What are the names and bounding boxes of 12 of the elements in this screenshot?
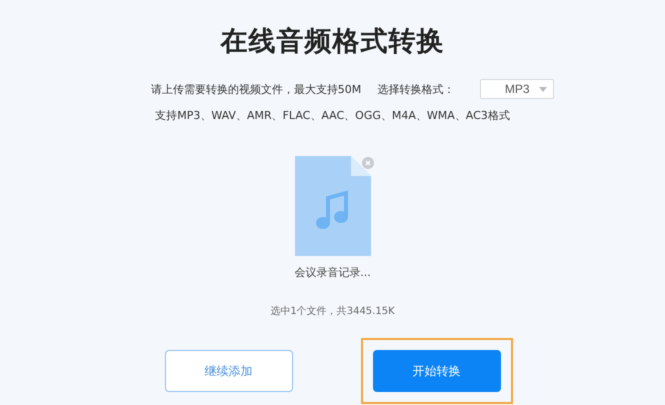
- audio-file-icon: [294, 156, 370, 256]
- start-button[interactable]: 开始转换: [372, 350, 500, 392]
- upload-hint: 请上传需要转换的视频文件，最大支持50M: [150, 82, 362, 96]
- selection-summary: 选中1个文件，共3445.15K: [270, 304, 395, 318]
- add-button[interactable]: 继续添加: [164, 350, 292, 392]
- caret-icon: [539, 87, 548, 92]
- remove-icon[interactable]: [362, 157, 374, 169]
- file-name: 会议录音记录...: [294, 265, 371, 280]
- format-dropdown[interactable]: MP3: [480, 79, 554, 99]
- page-title: 在线音频格式转换: [220, 25, 444, 59]
- supported-formats: 支持MP3、WAV、AMR、FLAC、AAC、OGG、M4A、WMA、AC3格式: [155, 108, 510, 123]
- format-label: 选择转换格式：: [377, 82, 454, 96]
